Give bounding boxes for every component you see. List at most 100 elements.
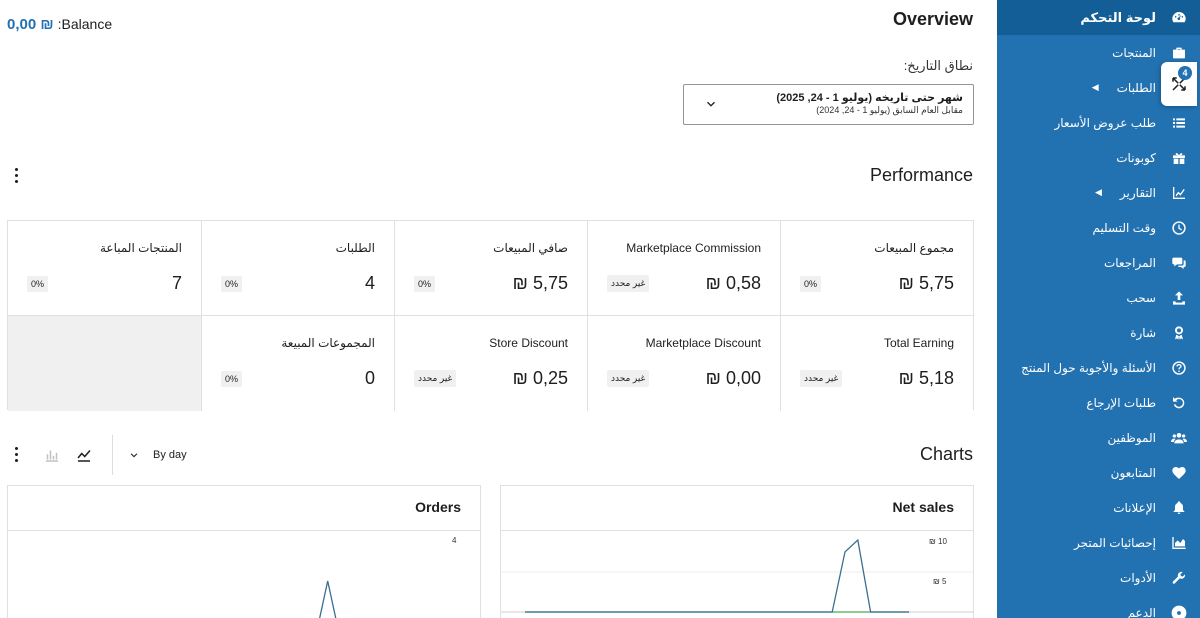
metric-value: ₪ 0,25 (512, 368, 568, 388)
lifebuoy-icon (1170, 604, 1188, 618)
metric-value: 4 (364, 273, 375, 293)
sidebar-item-label: المراجعات (1103, 255, 1156, 270)
metric-value: 0 (364, 368, 375, 388)
sidebar-item-label: لوحة التحكم (1080, 9, 1156, 25)
heart-icon (1170, 464, 1188, 482)
metric-label: Store Discount (489, 336, 568, 350)
list-icon (1170, 114, 1188, 132)
sidebar-item-list[interactable]: طلب عروض الأسعار (997, 105, 1200, 140)
metric-delta: 0% (27, 275, 49, 292)
main-content: 0,00 ₪ :Balance Overview نطاق التاريخ: ش… (0, 0, 995, 618)
performance-grid: مجموع المبيعات ₪ 5,75 0% Marketplace Commis… (7, 220, 974, 411)
sidebar-item-label: شارة (1130, 325, 1156, 340)
sidebar-item-label: الإعلانات (1113, 500, 1156, 515)
sidebar-item-label: الطلبات (1116, 80, 1156, 95)
upload-icon (1170, 289, 1188, 307)
performance-cell-empty (8, 316, 201, 411)
page-title: Overview (892, 9, 973, 29)
sidebar-item-label: سحب (1126, 290, 1156, 305)
orders-chart: 4 (319, 536, 457, 618)
performance-cell[interactable]: Store Discount ₪ 0,25 غير محدد (394, 316, 587, 411)
metric-delta: 0% (221, 370, 243, 387)
bar-chart-icon (46, 450, 58, 462)
metric-delta: 0% (221, 275, 243, 292)
performance-cell[interactable]: Marketplace Commission ₪ 0,58 غير محدد (587, 221, 780, 316)
metric-delta: غير محدد (607, 370, 650, 387)
sidebar-item-dashboard[interactable]: لوحة التحكم (987, 0, 1200, 35)
clock-icon (1170, 219, 1188, 237)
chevron-down-icon (707, 101, 715, 107)
interval-label: By day (153, 449, 187, 461)
sidebar-item-question[interactable]: الأسئلة والأجوبة حول المنتج (997, 350, 1200, 385)
chart-toolbar: By day (40, 435, 187, 475)
gift-icon (1170, 149, 1188, 167)
comments-icon (1170, 254, 1188, 272)
metric-label: الطلبات (335, 241, 375, 255)
performance-cell[interactable]: Marketplace Discount ₪ 0,00 غير محدد (587, 316, 780, 411)
metric-label: Marketplace Discount (645, 336, 761, 350)
wrench-icon (1170, 569, 1188, 587)
sidebar-item-clock[interactable]: وقت التسليم (997, 210, 1200, 245)
balance-value: 0,00 ₪ (7, 16, 54, 33)
sidebar-item-undo[interactable]: طلبات الإرجاع (997, 385, 1200, 420)
dashboard-icon (1170, 9, 1188, 27)
orders-y-tick: 4 (452, 536, 457, 545)
sidebar-item-chart[interactable]: التقارير ◀ (997, 175, 1200, 210)
metric-delta: 0% (414, 275, 436, 292)
sidebar-item-label: كوبونات (1116, 150, 1156, 165)
metric-delta: 0% (800, 275, 822, 292)
sidebar-item-label: طلب عروض الأسعار (1054, 115, 1156, 130)
bar-chart-toggle[interactable] (40, 443, 64, 467)
sidebar-item-bell[interactable]: الإعلانات (997, 490, 1200, 525)
metric-value: ₪ 5,75 (512, 273, 568, 293)
orders-chart-card: Orders 4 (7, 485, 481, 618)
undo-icon (1170, 394, 1188, 412)
sidebar-item-label: التقارير (1119, 185, 1156, 200)
charts-menu-button[interactable] (8, 444, 24, 464)
question-icon (1170, 359, 1188, 377)
sidebar-item-label: الأسئلة والأجوبة حول المنتج (1021, 360, 1156, 375)
metric-label: المجموعات المبيعة (281, 336, 375, 350)
orders-series-line (319, 580, 337, 618)
performance-title: Performance (869, 165, 973, 185)
performance-cell[interactable]: مجموع المبيعات ₪ 5,75 0% (780, 221, 973, 316)
performance-cell[interactable]: المنتجات المباعة 7 0% (8, 221, 201, 316)
metric-value: ₪ 0,00 (705, 368, 761, 388)
net-sales-series-line-current (525, 538, 909, 613)
sidebar-item-label: الدعم (1127, 605, 1156, 618)
chart-icon (1170, 184, 1188, 202)
net-sales-chart-title: Net sales (892, 499, 954, 515)
date-range-select[interactable]: شهر حتى تاريخه (يوليو 1 - 24, 2025) مقاب… (683, 84, 974, 125)
sidebar: لوحة التحكم المنتجات الطلبات ◀ طلب عروض الأس… (987, 0, 1200, 618)
collapse-menu-button[interactable]: 4 (1161, 62, 1197, 106)
net-sales-y-tick-5: ₪ 5 (933, 577, 947, 586)
performance-cell[interactable]: صافي المبيعات ₪ 5,75 0% (394, 221, 587, 316)
sidebar-item-award[interactable]: شارة (997, 315, 1200, 350)
sidebar-item-comments[interactable]: المراجعات (997, 245, 1200, 280)
metric-value: ₪ 5,75 (898, 273, 954, 293)
date-range-label: نطاق التاريخ: (903, 58, 973, 73)
sidebar-item-wrench[interactable]: الأدوات (997, 560, 1200, 595)
sidebar-item-area-chart[interactable]: إحصائيات المتجر (997, 525, 1200, 560)
sidebar-item-users[interactable]: الموظفين (997, 420, 1200, 455)
performance-cell[interactable]: الطلبات 4 0% (201, 221, 394, 316)
sidebar-item-lifebuoy[interactable]: الدعم (997, 595, 1200, 618)
sidebar-item-label: الموظفين (1107, 430, 1156, 445)
net-sales-y-tick-10: ₪ 10 (929, 537, 947, 546)
metric-label: صافي المبيعات (493, 241, 568, 255)
performance-cell[interactable]: المجموعات المبيعة 0 0% (201, 316, 394, 411)
net-sales-chart-card: Net sales ₪ 10 ₪ 5 (500, 485, 974, 618)
metric-label: Marketplace Commission (626, 241, 761, 255)
sidebar-item-upload[interactable]: سحب (997, 280, 1200, 315)
caret-left-icon: ◀ (1094, 187, 1102, 197)
metric-delta: غير محدد (800, 370, 843, 387)
net-sales-chart: ₪ 10 ₪ 5 (501, 537, 973, 613)
sidebar-item-gift[interactable]: كوبونات (997, 140, 1200, 175)
balance: 0,00 ₪ :Balance (7, 16, 112, 33)
sidebar-item-label: إحصائيات المتجر (1074, 535, 1156, 550)
line-chart-toggle[interactable] (72, 443, 96, 467)
performance-menu-button[interactable] (8, 165, 24, 185)
sidebar-item-heart[interactable]: المتابعون (997, 455, 1200, 490)
performance-cell[interactable]: Total Earning ₪ 5,18 غير محدد (780, 316, 973, 411)
interval-select[interactable]: By day (129, 449, 187, 461)
